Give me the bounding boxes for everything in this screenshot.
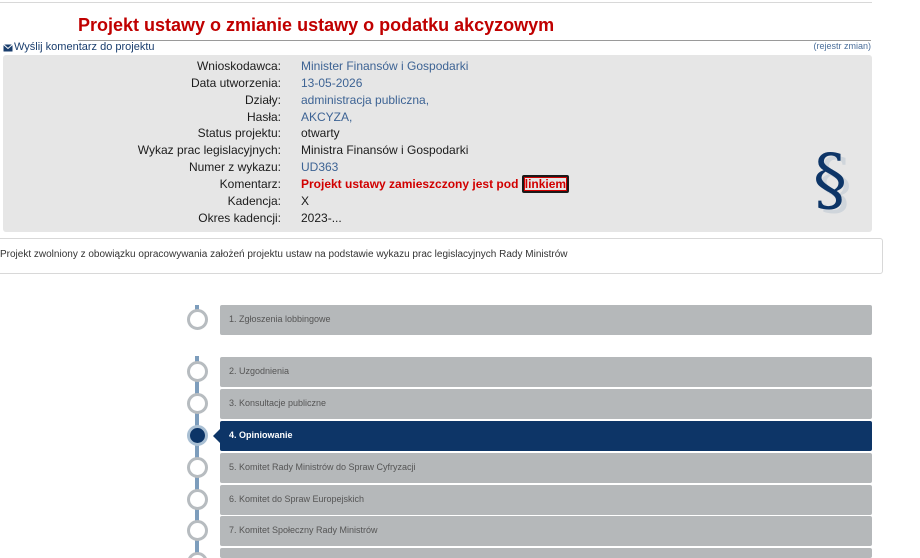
step-agreements[interactable]: 2. Uzgodnienia [220,357,872,387]
term-label: Kadencja: [227,194,281,208]
svg-text:§: § [813,141,847,220]
active-step-pointer [213,429,220,443]
applicant-row: Wnioskodawca: Minister Finansów i Gospod… [3,58,872,75]
keywords-link[interactable]: AKCYZA [301,110,349,124]
timeline-node [187,457,208,478]
step-label: 6. Komitet do Spraw Europejskich [229,494,365,504]
step-social-committee[interactable]: 7. Komitet Społeczny Rady Ministrów [220,516,872,546]
applicant-link[interactable]: Minister Finansów i Gospodarki [301,58,468,75]
created-row: Data utworzenia: 13-05-2026 [3,75,872,92]
project-info-panel: Wnioskodawca: Minister Finansów i Gospod… [3,55,872,232]
timeline-node [187,309,208,330]
sections-value-wrap: administracja publiczna, [301,92,429,109]
send-comment-label: Wyślij komentarz do projektu [14,41,155,53]
step-label: 4. Opiniowanie [229,430,293,440]
keywords-row: Hasła: AKCYZA, [3,109,872,126]
step-lobbying[interactable]: 1. Zgłoszenia lobbingowe [220,305,872,335]
envelope-icon [3,43,13,52]
term-row: Kadencja: X [3,193,872,210]
change-register-link[interactable]: (rejestr zmian) [813,41,871,51]
comment-link[interactable]: linkiem [521,175,570,193]
timeline-node [187,361,208,382]
comment-text: Projekt ustawy zamieszczony jest pod [301,177,522,191]
sections-link[interactable]: administracja publiczna [301,93,426,107]
step-opinions[interactable]: 4. Opiniowanie [213,421,872,451]
timeline-node-active [187,425,208,446]
title-divider [78,40,871,41]
number-label: Numer z wykazu: [188,160,281,174]
step-next[interactable] [220,548,872,558]
timeline-node [187,393,208,414]
top-divider [0,2,872,3]
page-title: Projekt ustawy o zmianie ustawy o podatk… [78,15,555,35]
exemption-notice: Projekt zwolniony z obowiązku opracowywa… [0,238,883,274]
created-label: Data utworzenia: [190,76,281,90]
sections-separator: , [425,93,430,107]
step-label: 3. Konsultacje publiczne [229,398,327,408]
keywords-label: Hasła: [246,110,281,124]
number-link[interactable]: UD363 [301,159,338,176]
worklist-value: Ministra Finansów i Gospodarki [301,143,469,157]
send-comment-link[interactable]: Wyślij komentarz do projektu [3,41,155,53]
applicant-label: Wnioskodawca: [196,59,281,73]
sections-row: Działy: administracja publiczna, [3,92,872,109]
created-value: 13-05-2026 [301,76,363,90]
step-public-consultations[interactable]: 3. Konsultacje publiczne [220,389,872,419]
comment-label: Komentarz: [219,177,281,191]
timeline-node [187,520,208,541]
keywords-value-wrap: AKCYZA, [301,109,352,126]
worklist-label: Wykaz prac legislacyjnych: [137,143,281,157]
timeline-node [187,552,208,558]
number-row: Numer z wykazu: UD363 [3,159,872,176]
worklist-row: Wykaz prac legislacyjnych: Ministra Fina… [3,142,872,159]
status-label: Status projektu: [197,126,281,140]
keywords-separator: , [349,110,353,124]
term-period-label: Okres kadencji: [198,211,281,225]
status-row: Status projektu: otwarty [3,125,872,142]
term-period-value: 2023-... [301,211,342,225]
status-value: otwarty [301,126,340,140]
comment-link-label: linkiem [524,177,567,191]
term-period-row: Okres kadencji: 2023-... [3,210,872,227]
paragraph-icon: § § [804,137,866,224]
sections-label: Działy: [244,93,281,107]
step-european-committee[interactable]: 6. Komitet do Spraw Europejskich [220,485,872,515]
step-label: 1. Zgłoszenia lobbingowe [229,314,331,324]
term-value: X [301,194,310,208]
timeline-node [187,489,208,510]
comment-row: Komentarz: Projekt ustawy zamieszczony j… [3,175,872,193]
step-digitization-committee[interactable]: 5. Komitet Rady Ministrów do Spraw Cyfry… [220,453,872,483]
step-label: 2. Uzgodnienia [229,366,290,376]
step-label: 5. Komitet Rady Ministrów do Spraw Cyfry… [229,462,416,472]
comment-value: Projekt ustawy zamieszczony jest pod lin… [301,175,570,193]
exemption-notice-text: Projekt zwolniony z obowiązku opracowywa… [0,249,568,260]
step-label: 7. Komitet Społeczny Rady Ministrów [229,525,378,535]
